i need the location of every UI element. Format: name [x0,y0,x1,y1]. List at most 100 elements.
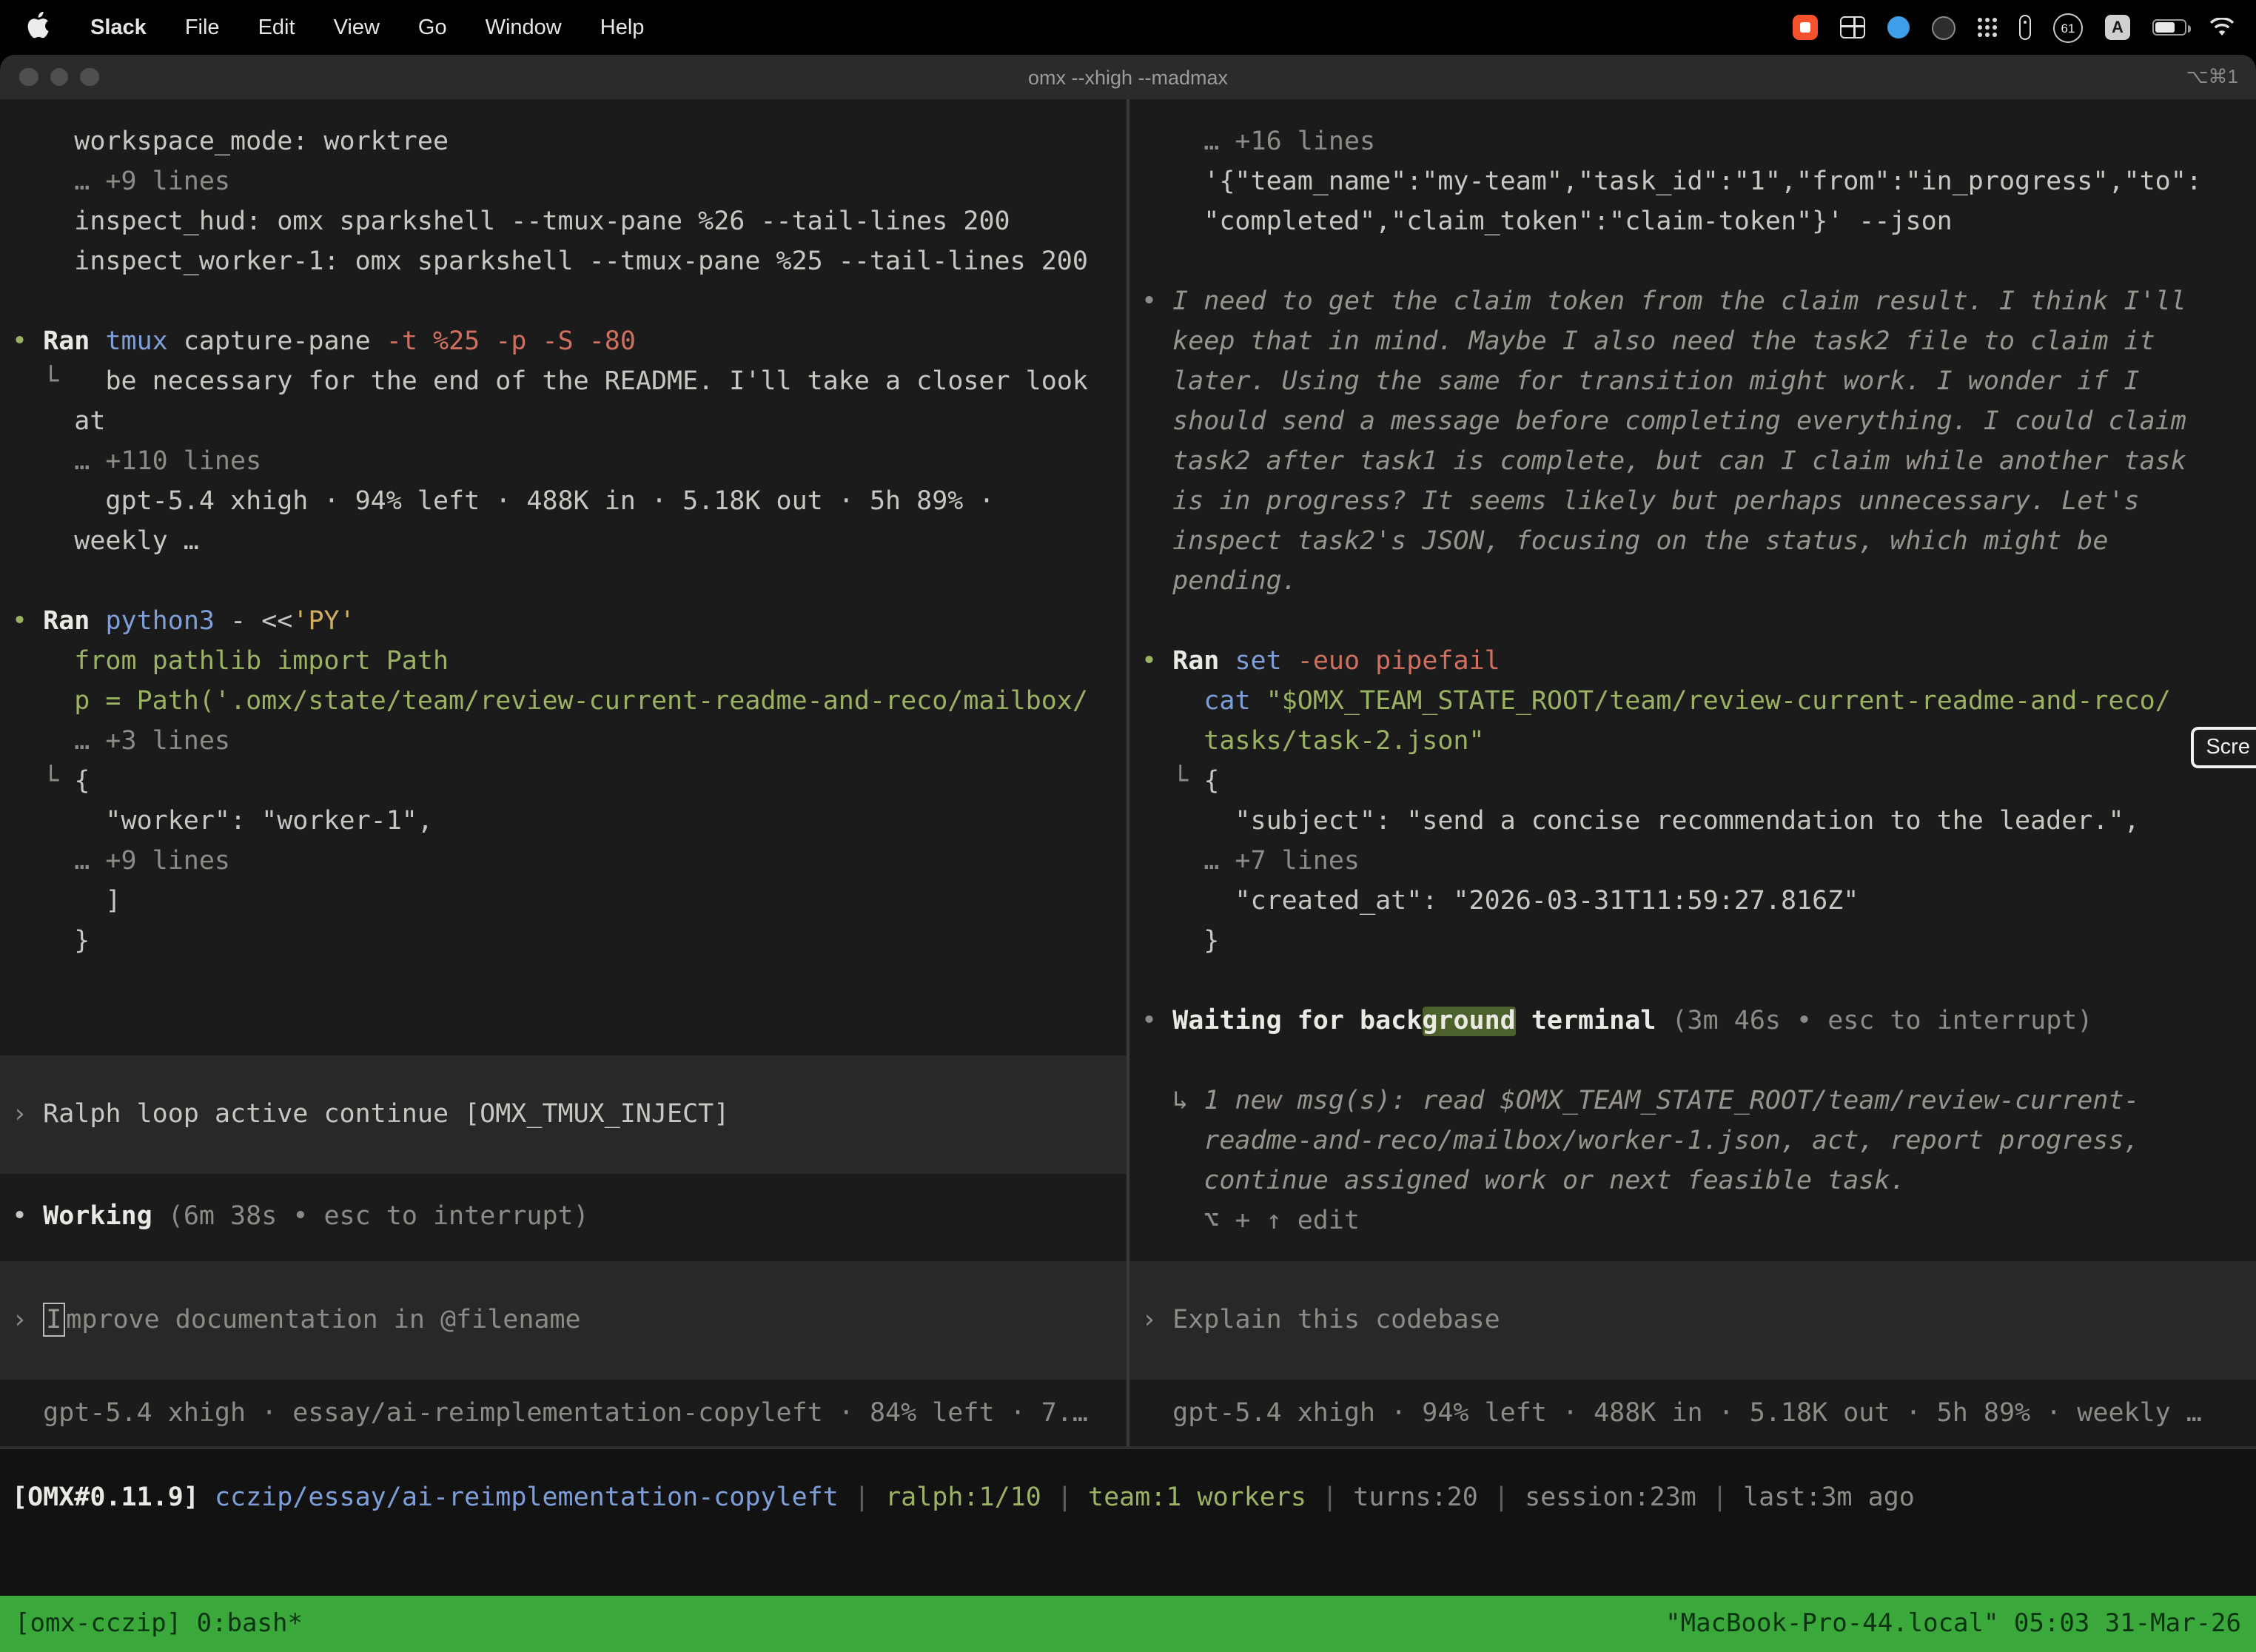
terminal-line: inspect_hud: omx sparkshell --tmux-pane … [0,203,1127,243]
terminal-line: "worker": "worker-1", [0,802,1127,842]
terminal-line: gpt-5.4 xhigh · 94% left · 488K in · 5.1… [0,483,1127,523]
right-bottom-group: › Explain this codebase gpt-5.4 xhigh · … [1129,1261,2256,1446]
terminal-line: └ { [1129,762,2256,802]
window-title-bar[interactable]: omx --xhigh --madmax ⌥⌘1 [0,55,2256,99]
terminal: workspace_mode: worktree … +9 lines insp… [0,99,2256,1448]
terminal-line: ] [0,882,1127,922]
menu-window[interactable]: Window [466,16,581,39]
terminal-line: } [0,922,1127,962]
omx-status-bar: [OMX#0.11.9] cczip/essay/ai-reimplementa… [0,1448,2256,1596]
terminal-line: ↳ 1 new msg(s): read $OMX_TEAM_STATE_ROO… [1129,1082,2256,1122]
terminal-line: inspect task2's JSON, focusing on the st… [1129,523,2256,563]
blue-app-icon[interactable] [1887,16,1910,38]
terminal-line: • Ran set -euo pipefail [1129,642,2256,682]
left-pane[interactable]: workspace_mode: worktree … +9 lines insp… [0,99,1127,1446]
terminal-line [1129,243,2256,283]
wifi-icon[interactable] [2209,18,2235,37]
terminal-line: … +9 lines [0,842,1127,882]
terminal-line: └ { [0,762,1127,802]
window-shortcut-hint: ⌥⌘1 [2186,65,2238,89]
tmux-status-bar: [omx-cczip] 0:bash* "MacBook-Pro-44.loca… [0,1596,2256,1652]
terminal-line: • I need to get the claim token from the… [1129,283,2256,323]
menu-edit[interactable]: Edit [239,16,315,39]
terminal-line: keep that in mind. Maybe I also need the… [1129,323,2256,363]
dark-circle-app-icon[interactable] [1932,16,1955,39]
key-icon[interactable] [2019,15,2031,40]
terminal-line: is in progress? It seems likely but perh… [1129,483,2256,523]
terminal-line [1129,962,2256,1002]
terminal-line: '{"team_name":"my-team","task_id":"1","f… [1129,163,2256,203]
working-status-line: • Working (6m 38s • esc to interrupt) [0,1198,1127,1238]
terminal-line: later. Using the same for transition mig… [1129,363,2256,403]
zoom-button[interactable] [80,68,98,87]
model-status-right: gpt-5.4 xhigh · 94% left · 488K in · 5.1… [1129,1394,2256,1434]
terminal-line: pending. [1129,563,2256,602]
terminal-line: readme-and-reco/mailbox/worker-1.json, a… [1129,1122,2256,1162]
left-scrollback: workspace_mode: worktree … +9 lines insp… [0,123,1127,962]
battery-icon[interactable] [2152,19,2186,36]
terminal-line: • Waiting for background terminal (3m 46… [1129,1002,2256,1042]
menu-help[interactable]: Help [581,16,664,39]
terminal-line: workspace_mode: worktree [0,123,1127,163]
left-bottom-group: › Ralph loop active continue [OMX_TMUX_I… [0,1055,1127,1446]
right-pane[interactable]: … +16 lines '{"team_name":"my-team","tas… [1129,99,2256,1446]
terminal-line [1129,602,2256,642]
terminal-line: p = Path('.omx/state/team/review-current… [0,682,1127,722]
input-prompt-right[interactable]: › Explain this codebase [1129,1261,2256,1380]
terminal-line: "subject": "send a concise recommendatio… [1129,802,2256,842]
dots-grid-icon[interactable] [1978,18,1997,37]
screen-tooltip: Scre [2191,727,2256,768]
battery-percent-badge[interactable]: 61 [2053,13,2083,42]
input-source-icon[interactable]: A [2105,15,2130,40]
input-prompt-right-text: › Explain this codebase [1129,1300,1500,1340]
terminal-line: continue assigned work or next feasible … [1129,1162,2256,1202]
screen-recording-stop-icon[interactable] [1793,15,1818,40]
terminal-line: "created_at": "2026-03-31T11:59:27.816Z" [1129,882,2256,922]
menu-bar: Slack File Edit View Go Window Help 61 A [0,0,2256,55]
terminal-line: • Ran tmux capture-pane -t %25 -p -S -80 [0,323,1127,363]
model-status-left: gpt-5.4 xhigh · essay/ai-reimplementatio… [0,1394,1127,1434]
terminal-line: "completed","claim_token":"claim-token"}… [1129,203,2256,243]
window-grid-icon[interactable] [1840,16,1865,38]
terminal-line: inspect_worker-1: omx sparkshell --tmux-… [0,243,1127,283]
terminal-line: task2 after task1 is complete, but can I… [1129,443,2256,483]
terminal-line: … +16 lines [1129,123,2256,163]
menu-view[interactable]: View [315,16,399,39]
menu-bar-status-items: 61 A [1793,13,2256,42]
input-prompt-left-text: › Improve documentation in @filename [0,1300,581,1340]
ralph-loop-prompt-text: › Ralph loop active continue [OMX_TMUX_I… [0,1095,729,1135]
menu-go[interactable]: Go [399,16,466,39]
window-title: omx --xhigh --madmax [0,66,2256,88]
apple-logo-icon [27,11,49,44]
close-button[interactable] [19,68,38,87]
traffic-lights [19,68,98,87]
input-prompt-left[interactable]: › Improve documentation in @filename [0,1261,1127,1380]
screen: Slack File Edit View Go Window Help 61 A [0,0,2256,1652]
terminal-line: … +110 lines [0,443,1127,483]
menu-file[interactable]: File [166,16,239,39]
terminal-line: should send a message before completing … [1129,403,2256,443]
terminal-line: ⌥ + ↑ edit [1129,1202,2256,1242]
terminal-line: • Ran python3 - <<'PY' [0,602,1127,642]
tmux-session-window: [omx-cczip] 0:bash* [15,1596,303,1652]
terminal-line: cat "$OMX_TEAM_STATE_ROOT/team/review-cu… [1129,682,2256,722]
terminal-line [0,563,1127,602]
terminal-line [0,283,1127,323]
tmux-host-clock: "MacBook-Pro-44.local" 05:03 31-Mar-26 [1665,1596,2241,1652]
terminal-line: from pathlib import Path [0,642,1127,682]
terminal-line: } [1129,922,2256,962]
terminal-line: at [0,403,1127,443]
terminal-line [1129,1042,2256,1082]
terminal-line: weekly … [0,523,1127,563]
ralph-loop-prompt[interactable]: › Ralph loop active continue [OMX_TMUX_I… [0,1055,1127,1174]
right-scrollback: … +16 lines '{"team_name":"my-team","tas… [1129,123,2256,1242]
terminal-line: └ be necessary for the end of the README… [0,363,1127,403]
terminal-line: … +3 lines [0,722,1127,762]
omx-status-line: [OMX#0.11.9] cczip/essay/ai-reimplementa… [0,1479,2256,1519]
apple-menu[interactable] [0,11,71,44]
menu-bar-left: Slack File Edit View Go Window Help [0,0,663,55]
terminal-line: … +9 lines [0,163,1127,203]
terminal-line: … +7 lines [1129,842,2256,882]
minimize-button[interactable] [50,68,68,87]
active-app-menu[interactable]: Slack [71,16,166,39]
